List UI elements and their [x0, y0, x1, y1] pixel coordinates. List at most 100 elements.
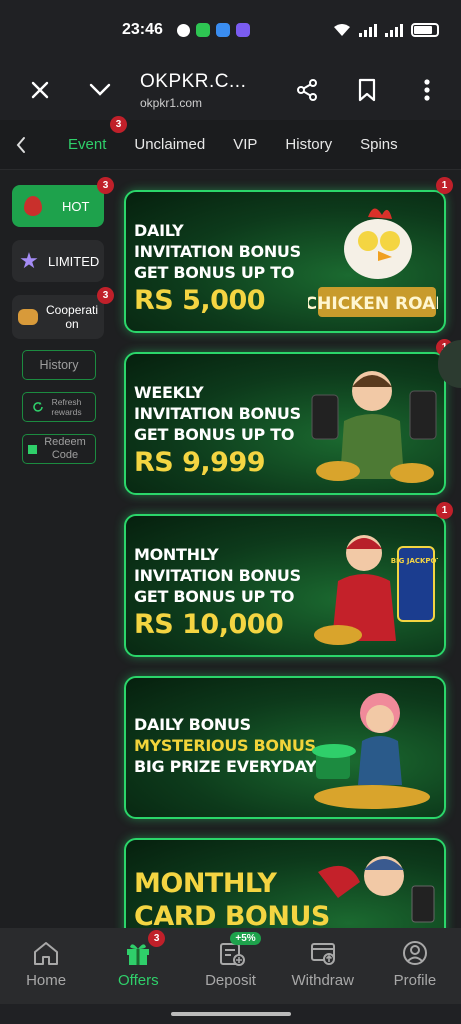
star-icon: ★ [19, 248, 39, 273]
banner-badge: 1 [436, 177, 453, 194]
redeem-code-button[interactable]: Redeem Code [22, 434, 96, 464]
tab-event[interactable]: Event 3 [68, 116, 127, 153]
page-url: okpkr1.com [140, 95, 203, 110]
category-sidebar: HOT 3 ★ LIMITED Cooperati on 3 History R… [12, 177, 114, 476]
bookmark-icon [358, 78, 376, 102]
lucky-girl-icon [312, 693, 430, 809]
banner-monthly-invitation[interactable]: MONTHLY INVITATION BONUS GET BONUS UP TO… [124, 514, 446, 657]
category-cooperation-badge: 3 [97, 287, 114, 304]
banner-line: WEEKLY [134, 383, 204, 402]
gift-icon [127, 944, 150, 965]
gesture-handle[interactable] [170, 1012, 291, 1016]
nav-home[interactable]: Home [0, 928, 92, 1004]
nav-withdraw[interactable]: Withdraw [277, 928, 369, 1004]
banner-line: MONTHLY [134, 545, 219, 564]
nav-offers[interactable]: Offers 3 [92, 928, 184, 1004]
banner-line: GET BONUS UP TO [134, 587, 295, 606]
category-cooperation-label: Cooperati on [46, 303, 99, 331]
nav-profile-label: Profile [393, 972, 437, 989]
banner-art-text: CHICKEN ROAD [308, 294, 438, 314]
tab-event-label: Event [68, 136, 107, 153]
withdraw-icon [310, 943, 335, 965]
banner-text: WEEKLY INVITATION BONUS GET BONUS UP TO … [134, 382, 334, 478]
refresh-rewards-button[interactable]: Refresh rewards [22, 392, 96, 422]
chicken-mascot-icon: CHICKEN ROAD [308, 208, 438, 317]
banner-daily-bonus[interactable]: DAILY BONUS MYSTERIOUS BONUS BIG PRIZE E… [124, 676, 446, 819]
tab-spins[interactable]: Spins [360, 136, 398, 153]
bookmark-button[interactable] [337, 60, 397, 120]
nav-deposit[interactable]: Deposit +5% [184, 928, 276, 1004]
category-cooperation[interactable]: Cooperati on 3 [12, 287, 114, 339]
banner-amount: RS 9,999 [134, 447, 266, 478]
gift-code-icon [28, 444, 37, 454]
page-title: OKPKR.C... [140, 70, 247, 92]
profile-icon [402, 941, 427, 965]
nav-home-label: Home [26, 972, 67, 989]
signal-2-icon [385, 23, 403, 37]
banner-line: GET BONUS UP TO [134, 263, 295, 282]
more-vertical-icon [424, 79, 430, 101]
tab-event-badge: 3 [110, 116, 127, 133]
more-menu-button[interactable] [397, 60, 457, 120]
redeem-code-label: Redeem Code [44, 436, 86, 461]
nav-profile[interactable]: Profile [369, 928, 461, 1004]
category-limited[interactable]: ★ LIMITED [12, 240, 104, 282]
refresh-rewards-label: Refresh rewards [51, 397, 82, 417]
close-button[interactable] [10, 60, 70, 120]
banner-art-text: BIG JACKPOT [391, 557, 438, 565]
banner-line: INVITATION BONUS [134, 404, 301, 423]
banner-line: GET BONUS UP TO [134, 425, 295, 444]
banner-weekly-invitation[interactable]: WEEKLY INVITATION BONUS GET BONUS UP TO … [124, 352, 446, 495]
status-time: 23:46 [122, 21, 163, 38]
banner-amount: RS 5,000 [134, 285, 266, 316]
handshake-icon [18, 309, 38, 325]
tab-unclaimed-label: Unclaimed [134, 136, 206, 153]
event-banner-list: DAILY INVITATION BONUS GET BONUS UP TO R… [124, 190, 446, 1000]
fire-icon [24, 196, 42, 216]
tab-vip[interactable]: VIP [233, 136, 257, 153]
home-icon [34, 942, 59, 965]
banner-line: INVITATION BONUS [134, 566, 301, 585]
gesture-bar [0, 1004, 461, 1024]
tab-unclaimed[interactable]: Unclaimed [134, 136, 205, 153]
banner-line: DAILY [134, 221, 184, 240]
history-button[interactable]: History [22, 350, 96, 380]
category-hot-badge: 3 [97, 177, 114, 194]
category-hot[interactable]: HOT 3 [12, 177, 114, 227]
app-blue-icon [215, 23, 230, 37]
nav-offers-badge: 3 [148, 930, 166, 947]
nav-offers-label: Offers [118, 972, 159, 989]
banner-badge: 1 [436, 502, 453, 519]
back-button[interactable] [0, 136, 42, 154]
nav-withdraw-label: Withdraw [291, 972, 354, 989]
collapse-button[interactable] [70, 60, 130, 120]
pilot-character-icon [311, 371, 437, 483]
status-app-icons [176, 23, 250, 37]
nav-deposit-label: Deposit [205, 972, 256, 989]
status-right [333, 23, 439, 37]
battery-icon [411, 23, 439, 37]
tab-vip-label: VIP [233, 136, 258, 153]
whatsapp-icon [176, 23, 190, 37]
banner-line: INVITATION BONUS [134, 242, 301, 261]
tab-spins-label: Spins [360, 136, 398, 153]
app-green-icon [195, 23, 210, 37]
banner-text: DAILY INVITATION BONUS GET BONUS UP TO R… [134, 220, 334, 316]
wifi-icon [334, 24, 350, 36]
banner-text: MONTHLY CARD BONUS [134, 866, 334, 932]
deposit-bonus-badge: +5% [230, 932, 261, 945]
close-icon [31, 81, 49, 99]
chevron-down-icon [89, 83, 111, 96]
signal-icon [359, 23, 377, 37]
tab-history-label: History [285, 136, 333, 153]
refresh-icon [32, 402, 43, 412]
bottom-nav: Home Offers 3 Deposit +5% Withdraw Profi… [0, 928, 461, 1004]
category-hot-label: HOT [62, 198, 90, 214]
banner-amount: RS 10,000 [134, 609, 284, 640]
share-button[interactable] [277, 60, 337, 120]
page-title-block: OKPKR.C... okpkr1.com [130, 71, 277, 110]
tab-history[interactable]: History [285, 136, 332, 153]
banner-daily-invitation[interactable]: DAILY INVITATION BONUS GET BONUS UP TO R… [124, 190, 446, 333]
banner-line: MONTHLY [134, 868, 277, 899]
aviator-girl-icon: BIG JACKPOT [314, 535, 438, 645]
